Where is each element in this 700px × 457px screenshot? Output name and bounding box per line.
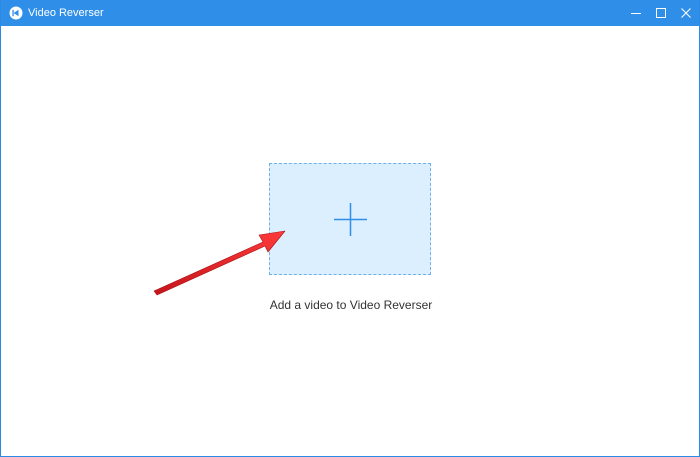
- main-content: Add a video to Video Reverser: [1, 26, 699, 456]
- close-button[interactable]: [673, 0, 699, 26]
- app-logo-icon: [9, 6, 23, 20]
- add-video-label: Add a video to Video Reverser: [269, 298, 433, 312]
- window-title: Video Reverser: [28, 7, 104, 19]
- plus-icon: [334, 203, 367, 236]
- minimize-icon: [631, 13, 641, 14]
- app-window: Video Reverser Add a video to Video Reve…: [0, 0, 700, 457]
- title-bar[interactable]: Video Reverser: [1, 0, 699, 26]
- close-icon: [681, 8, 691, 18]
- minimize-button[interactable]: [623, 0, 649, 26]
- add-video-drop-zone[interactable]: [269, 163, 431, 275]
- maximize-icon: [656, 8, 666, 18]
- maximize-button[interactable]: [648, 0, 674, 26]
